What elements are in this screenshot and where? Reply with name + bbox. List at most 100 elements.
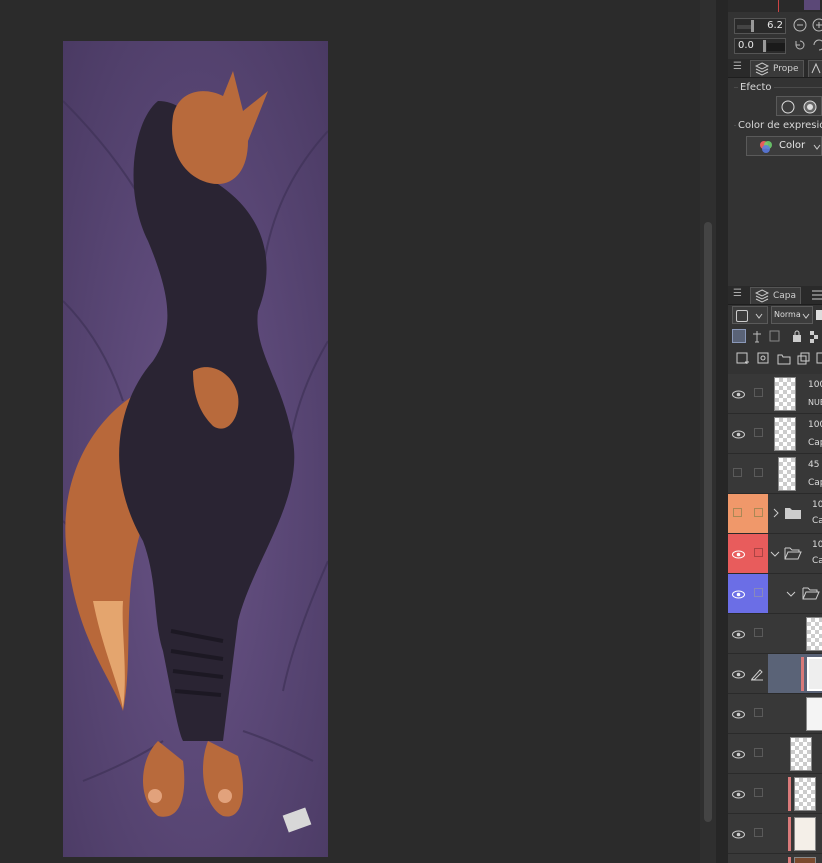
properties-icon (755, 62, 769, 76)
canvas-area[interactable] (0, 0, 700, 863)
layer-row[interactable]: 100 Cap (728, 414, 822, 454)
layer-row[interactable] (728, 614, 822, 654)
tab-layer[interactable]: Capa (750, 287, 802, 304)
layer-list: 100 NUB 100 Cap 45 Cap 10 Ca (728, 374, 822, 863)
folder-icon (785, 508, 801, 519)
rotate-reset-icon[interactable] (793, 38, 807, 52)
layer-checkbox[interactable] (754, 428, 763, 437)
border-effect-icon[interactable] (803, 100, 817, 114)
merge-layer-icon[interactable] (816, 352, 822, 366)
layer-checkbox[interactable] (754, 508, 763, 517)
layer-name: Cap (808, 438, 822, 448)
folder-row[interactable]: 10 Ca (728, 494, 822, 534)
layer-row[interactable] (728, 854, 822, 863)
layer-row-selected[interactable] (728, 654, 822, 694)
artwork-canvas[interactable] (63, 41, 328, 857)
layer-name: NUB (808, 398, 822, 407)
new-raster-layer-icon[interactable] (736, 352, 750, 366)
layer-checkbox[interactable] (754, 468, 763, 477)
layer-row[interactable]: 45 Cap (728, 454, 822, 494)
layer-panel-header: ☰ Capa (728, 286, 822, 305)
open-folder-icon (802, 587, 820, 600)
artwork-illustration (63, 71, 328, 833)
layer-row[interactable] (728, 774, 822, 814)
duplicate-layer-icon[interactable] (797, 352, 811, 366)
layer-color-square-dropdown[interactable] (732, 306, 768, 324)
effect-label: Efecto (738, 82, 774, 93)
eye-icon[interactable] (732, 668, 745, 681)
layer-thumbnail (807, 657, 822, 691)
eye-icon[interactable] (732, 388, 745, 401)
layer-thumbnail (794, 857, 816, 863)
layer-visibility-box[interactable] (733, 468, 742, 477)
eye-icon[interactable] (732, 628, 745, 641)
layer-checkbox[interactable] (754, 548, 763, 557)
layer-thumbnail (790, 737, 812, 771)
layer-checkbox[interactable] (754, 588, 763, 597)
layer-name: Cap (808, 478, 822, 488)
folder-row[interactable] (728, 574, 822, 614)
eye-icon[interactable] (732, 428, 745, 441)
panel-menu-icon[interactable]: ☰ (733, 288, 742, 299)
layer-name: Ca (812, 516, 822, 526)
eye-icon[interactable] (732, 748, 745, 761)
draft-layer-icon[interactable] (768, 329, 782, 343)
layer-thumbnail (806, 697, 822, 731)
layer-checkbox[interactable] (754, 708, 763, 717)
blend-mode-dropdown[interactable]: Norma (771, 306, 813, 324)
red-marker (778, 0, 779, 12)
slider-handle[interactable] (751, 20, 754, 32)
new-folder-icon[interactable] (777, 352, 791, 366)
rotate-icon[interactable] (812, 38, 822, 52)
panel-splitter[interactable] (716, 0, 728, 863)
brush-size-value: 6.2 (767, 20, 783, 31)
open-folder-icon (784, 547, 802, 560)
layer-checkbox[interactable] (754, 628, 763, 637)
panel-menu-icon[interactable]: ☰ (733, 61, 742, 72)
layer-checkbox[interactable] (754, 828, 763, 837)
layer-tools-row-1 (728, 328, 822, 346)
no-effect-icon[interactable] (781, 100, 795, 114)
layer-thumbnail (794, 817, 816, 851)
eye-icon[interactable] (732, 828, 745, 841)
layer-checkbox[interactable] (754, 788, 763, 797)
folder-row[interactable]: 10 Ca (728, 534, 822, 574)
expression-color-dropdown[interactable]: Color (746, 136, 822, 156)
zoom-out-icon[interactable] (793, 18, 807, 32)
lock-transparency-icon[interactable] (808, 329, 822, 343)
opacity-mini-slider[interactable] (816, 310, 822, 320)
layer-row[interactable] (728, 734, 822, 774)
layer-tools-row-2 (728, 350, 822, 368)
tab-secondary[interactable] (808, 60, 822, 77)
tab-layer-label: Capa (773, 291, 797, 301)
tab-properties[interactable]: Prope (750, 60, 804, 77)
eye-icon[interactable] (732, 708, 745, 721)
layer-opacity: 10 (812, 540, 822, 550)
slider-handle[interactable] (763, 40, 766, 52)
lighthouse-icon[interactable] (750, 329, 764, 343)
eye-icon[interactable] (732, 588, 745, 601)
layer-thumbnail (774, 417, 796, 451)
new-vector-layer-icon[interactable] (757, 352, 771, 366)
zoom-in-icon[interactable] (812, 18, 822, 32)
reference-layer-icon[interactable] (732, 329, 746, 343)
chevron-down-icon[interactable] (770, 550, 780, 558)
brush-size-slider[interactable]: 6.2 (734, 18, 786, 34)
layer-visibility-box[interactable] (733, 508, 742, 517)
layer-row[interactable] (728, 694, 822, 734)
layer-checkbox[interactable] (754, 388, 763, 397)
chevron-right-icon[interactable] (772, 508, 780, 518)
lock-icon[interactable] (790, 329, 804, 343)
tool-icon (811, 62, 821, 74)
scrollbar-thumb[interactable] (704, 222, 712, 822)
eye-icon[interactable] (732, 548, 745, 561)
eye-icon[interactable] (732, 788, 745, 801)
rotation-slider[interactable]: 0.0 (734, 38, 786, 54)
list-icon[interactable] (810, 288, 822, 302)
layer-row[interactable] (728, 814, 822, 854)
chevron-down-icon[interactable] (786, 590, 796, 598)
layer-color-strip (788, 857, 791, 863)
tab-properties-label: Prope (773, 64, 799, 74)
layer-row[interactable]: 100 NUB (728, 374, 822, 414)
layer-checkbox[interactable] (754, 748, 763, 757)
